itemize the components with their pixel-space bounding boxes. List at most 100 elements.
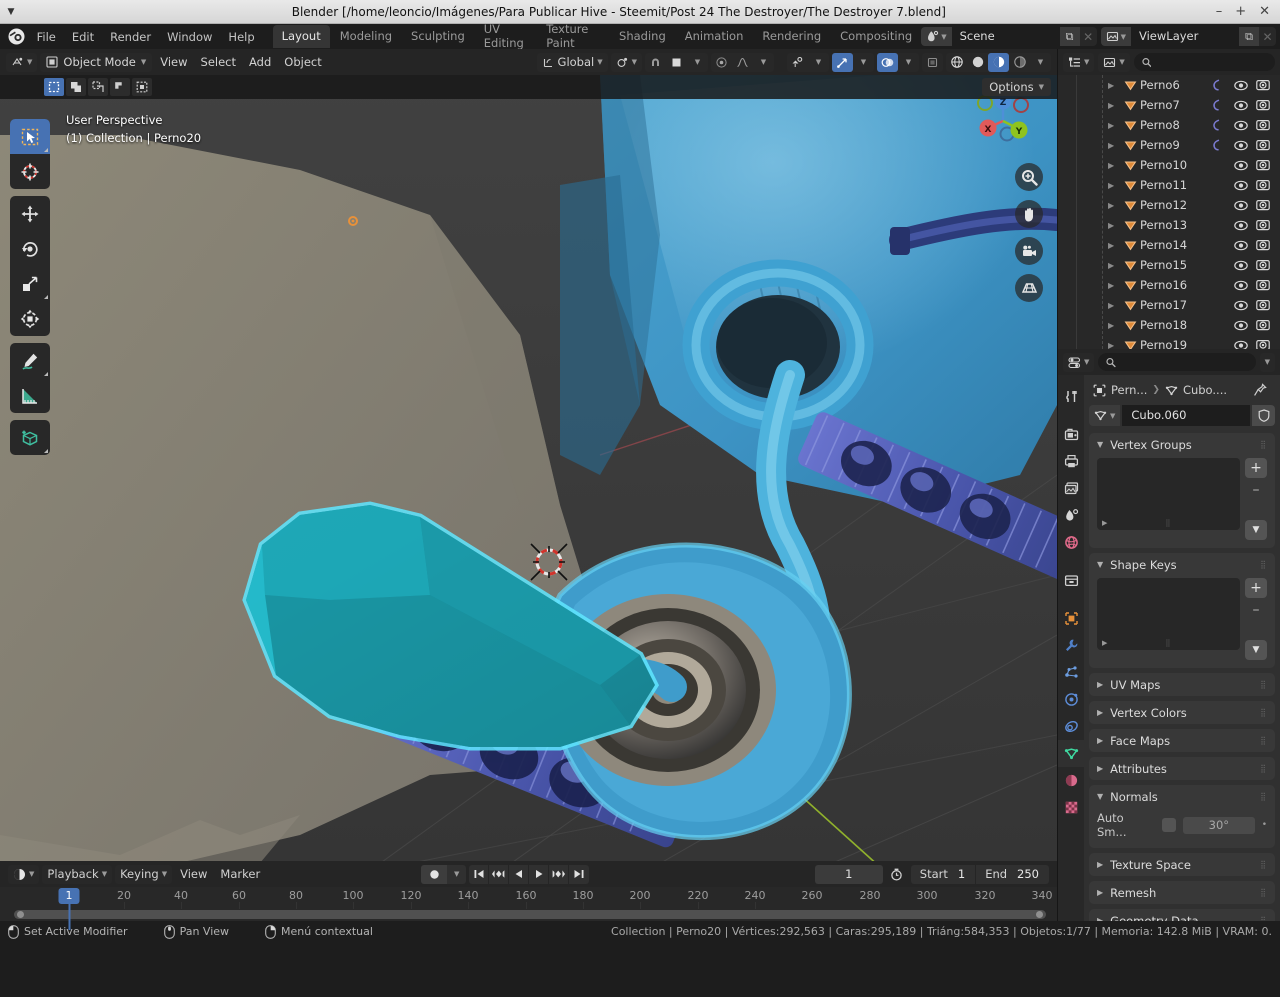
panel-header[interactable]: ▼ Normals ⣿ xyxy=(1089,785,1275,808)
object-tab[interactable] xyxy=(1058,605,1084,632)
hide-in-viewport-icon[interactable] xyxy=(1234,140,1248,151)
rotate-tool[interactable] xyxy=(10,231,50,266)
show-overlays-icon[interactable] xyxy=(877,52,898,72)
scale-tool[interactable] xyxy=(10,266,50,301)
outliner-row[interactable]: ▶ Perno7 xyxy=(1058,95,1280,115)
hide-in-viewport-icon[interactable] xyxy=(1234,260,1248,271)
panel-drag-dots-icon[interactable]: ⣿ xyxy=(1260,736,1267,745)
add-item-button[interactable]: + xyxy=(1245,578,1267,598)
workspace-tab-layout[interactable]: Layout xyxy=(272,25,330,48)
outliner-row[interactable]: ▶ Perno12 xyxy=(1058,195,1280,215)
disclosure-triangle-icon[interactable]: ▶ xyxy=(1108,241,1120,250)
panel-header[interactable]: ▼ Vertex Groups ⣿ xyxy=(1089,433,1275,456)
blender-logo-icon[interactable] xyxy=(4,28,29,45)
viewport-menu-select[interactable]: Select xyxy=(196,53,241,72)
annotate-tool[interactable] xyxy=(10,343,50,378)
pivot-point-dropdown[interactable]: ▼ xyxy=(610,52,642,72)
outliner-row[interactable]: ▶ Perno18 xyxy=(1058,315,1280,335)
timeline-ruler[interactable]: 20 40 60 80 100 120 140 160 180 200 220 … xyxy=(0,887,1057,930)
play-icon[interactable] xyxy=(529,864,550,884)
transform-orientation-dropdown[interactable]: Global ▼ xyxy=(536,52,608,72)
outliner-tree[interactable]: ▶ Perno6 ▶ Perno7 ▶ Perno8 ▶ Perno9 ▶ Perno10 ▶ Per… xyxy=(1058,75,1280,349)
properties-panel-collapsed[interactable]: ▶ Attributes ⣿ xyxy=(1089,757,1275,780)
panel-drag-dots-icon[interactable]: ⣿ xyxy=(1260,708,1267,717)
curve-modifier-icon[interactable] xyxy=(1211,79,1222,91)
scene-new-button[interactable]: ⧉ xyxy=(1059,27,1080,46)
outliner-row[interactable]: ▶ Perno17 xyxy=(1058,295,1280,315)
physics-tab[interactable] xyxy=(1058,686,1084,713)
properties-editor-type-button[interactable]: ▼ xyxy=(1063,352,1095,372)
auto-smooth-checkbox[interactable] xyxy=(1162,818,1176,832)
hide-in-viewport-icon[interactable] xyxy=(1234,300,1248,311)
panel-drag-dots-icon[interactable]: ⣿ xyxy=(1260,680,1267,689)
chevron-down-icon[interactable]: ▼ xyxy=(687,53,708,72)
texture-tab[interactable] xyxy=(1058,794,1084,821)
outliner-editor-type-button[interactable]: ▼ xyxy=(1063,52,1095,72)
scroll-handle-right[interactable] xyxy=(1036,911,1043,918)
disclosure-triangle-icon[interactable]: ▶ xyxy=(1108,261,1120,270)
properties-panel-collapsed[interactable]: ▶ Vertex Colors ⣿ xyxy=(1089,701,1275,724)
outliner-row[interactable]: ▶ Perno8 xyxy=(1058,115,1280,135)
chevron-right-icon[interactable]: ▶ xyxy=(1097,888,1103,897)
workspace-tab-shading[interactable]: Shading xyxy=(610,25,675,48)
panel-drag-dots-icon[interactable]: ⣿ xyxy=(1260,888,1267,897)
disclosure-triangle-icon[interactable]: ▶ xyxy=(1108,101,1120,110)
solid-shading-icon[interactable] xyxy=(967,53,988,72)
scroll-handle-left[interactable] xyxy=(17,911,24,918)
output-tab[interactable] xyxy=(1058,448,1084,475)
curve-modifier-icon[interactable] xyxy=(1211,119,1222,131)
add-cube-tool[interactable] xyxy=(10,420,50,455)
current-frame-field[interactable]: 1 xyxy=(814,864,883,884)
panel-drag-dots-icon[interactable]: ⣿ xyxy=(1260,916,1267,921)
hide-in-viewport-icon[interactable] xyxy=(1234,120,1248,131)
disclosure-triangle-icon[interactable]: ▶ xyxy=(1108,221,1120,230)
viewlayer-unlink-button[interactable]: ✕ xyxy=(1259,27,1276,46)
menu-file[interactable]: File xyxy=(29,27,64,47)
object-mode-dropdown[interactable]: Object Mode ▼ xyxy=(40,52,153,72)
chevron-right-icon[interactable]: ▶ xyxy=(1097,764,1103,773)
disable-in-renders-icon[interactable] xyxy=(1256,79,1270,91)
outliner-row[interactable]: ▶ Perno11 xyxy=(1058,175,1280,195)
specials-menu-button[interactable]: ▼ xyxy=(1245,640,1267,660)
select-difference-icon[interactable] xyxy=(110,78,130,96)
disable-in-renders-icon[interactable] xyxy=(1256,279,1270,291)
panel-header[interactable]: ▼ Shape Keys ⣿ xyxy=(1089,553,1275,576)
constraints-tab[interactable] xyxy=(1058,713,1084,740)
panel-drag-dots-icon[interactable]: ⣿ xyxy=(1260,764,1267,773)
modifier-tab[interactable] xyxy=(1058,632,1084,659)
disable-in-renders-icon[interactable] xyxy=(1256,339,1270,349)
mesh-datablock-selector[interactable]: ▼ xyxy=(1089,405,1121,426)
disclosure-triangle-icon[interactable]: ▶ xyxy=(1108,321,1120,330)
scene-tab[interactable] xyxy=(1058,502,1084,529)
particles-tab[interactable] xyxy=(1058,659,1084,686)
hide-in-viewport-icon[interactable] xyxy=(1234,160,1248,171)
timeline-menu-marker[interactable]: Marker xyxy=(215,865,265,884)
hide-in-viewport-icon[interactable] xyxy=(1234,100,1248,111)
chevron-down-icon[interactable]: ▼ xyxy=(898,53,919,72)
frame-range-field[interactable]: Start 1 End 250 xyxy=(910,864,1049,884)
panel-drag-dots-icon[interactable]: ⣿ xyxy=(1260,860,1267,869)
jump-end-icon[interactable] xyxy=(569,865,589,884)
outliner-search-input[interactable] xyxy=(1156,55,1267,69)
render-tab[interactable] xyxy=(1058,421,1084,448)
outliner-display-mode-button[interactable]: ▼ xyxy=(1098,52,1130,72)
editor-type-button[interactable]: ▼ xyxy=(6,52,38,72)
viewlayer-tab[interactable] xyxy=(1058,475,1084,502)
outliner-row[interactable]: ▶ Perno6 xyxy=(1058,75,1280,95)
properties-panel-collapsed[interactable]: ▶ Texture Space ⣿ xyxy=(1089,853,1275,876)
list-filter-triangle-icon[interactable]: ▶ xyxy=(1102,639,1107,647)
outliner-row[interactable]: ▶ Perno19 xyxy=(1058,335,1280,349)
wireframe-shading-icon[interactable] xyxy=(946,53,967,72)
mesh-name-field[interactable]: Cubo.060 xyxy=(1122,405,1250,426)
disclosure-triangle-icon[interactable]: ▶ xyxy=(1108,341,1120,350)
disclosure-triangle-icon[interactable]: ▶ xyxy=(1108,281,1120,290)
panel-drag-dots-icon[interactable]: ⣿ xyxy=(1260,560,1267,569)
next-keyframe-icon[interactable] xyxy=(549,864,570,884)
window-menu-icon[interactable]: ▼ xyxy=(0,7,22,17)
timeline-editor-type-button[interactable]: ▼ xyxy=(8,864,40,884)
hide-in-viewport-icon[interactable] xyxy=(1234,80,1248,91)
disable-in-renders-icon[interactable] xyxy=(1256,179,1270,191)
scene-name[interactable]: Scene xyxy=(951,27,1060,46)
end-value[interactable]: 250 xyxy=(1014,867,1049,881)
timeline-menu-playback[interactable]: Playback ▼ xyxy=(42,864,113,884)
